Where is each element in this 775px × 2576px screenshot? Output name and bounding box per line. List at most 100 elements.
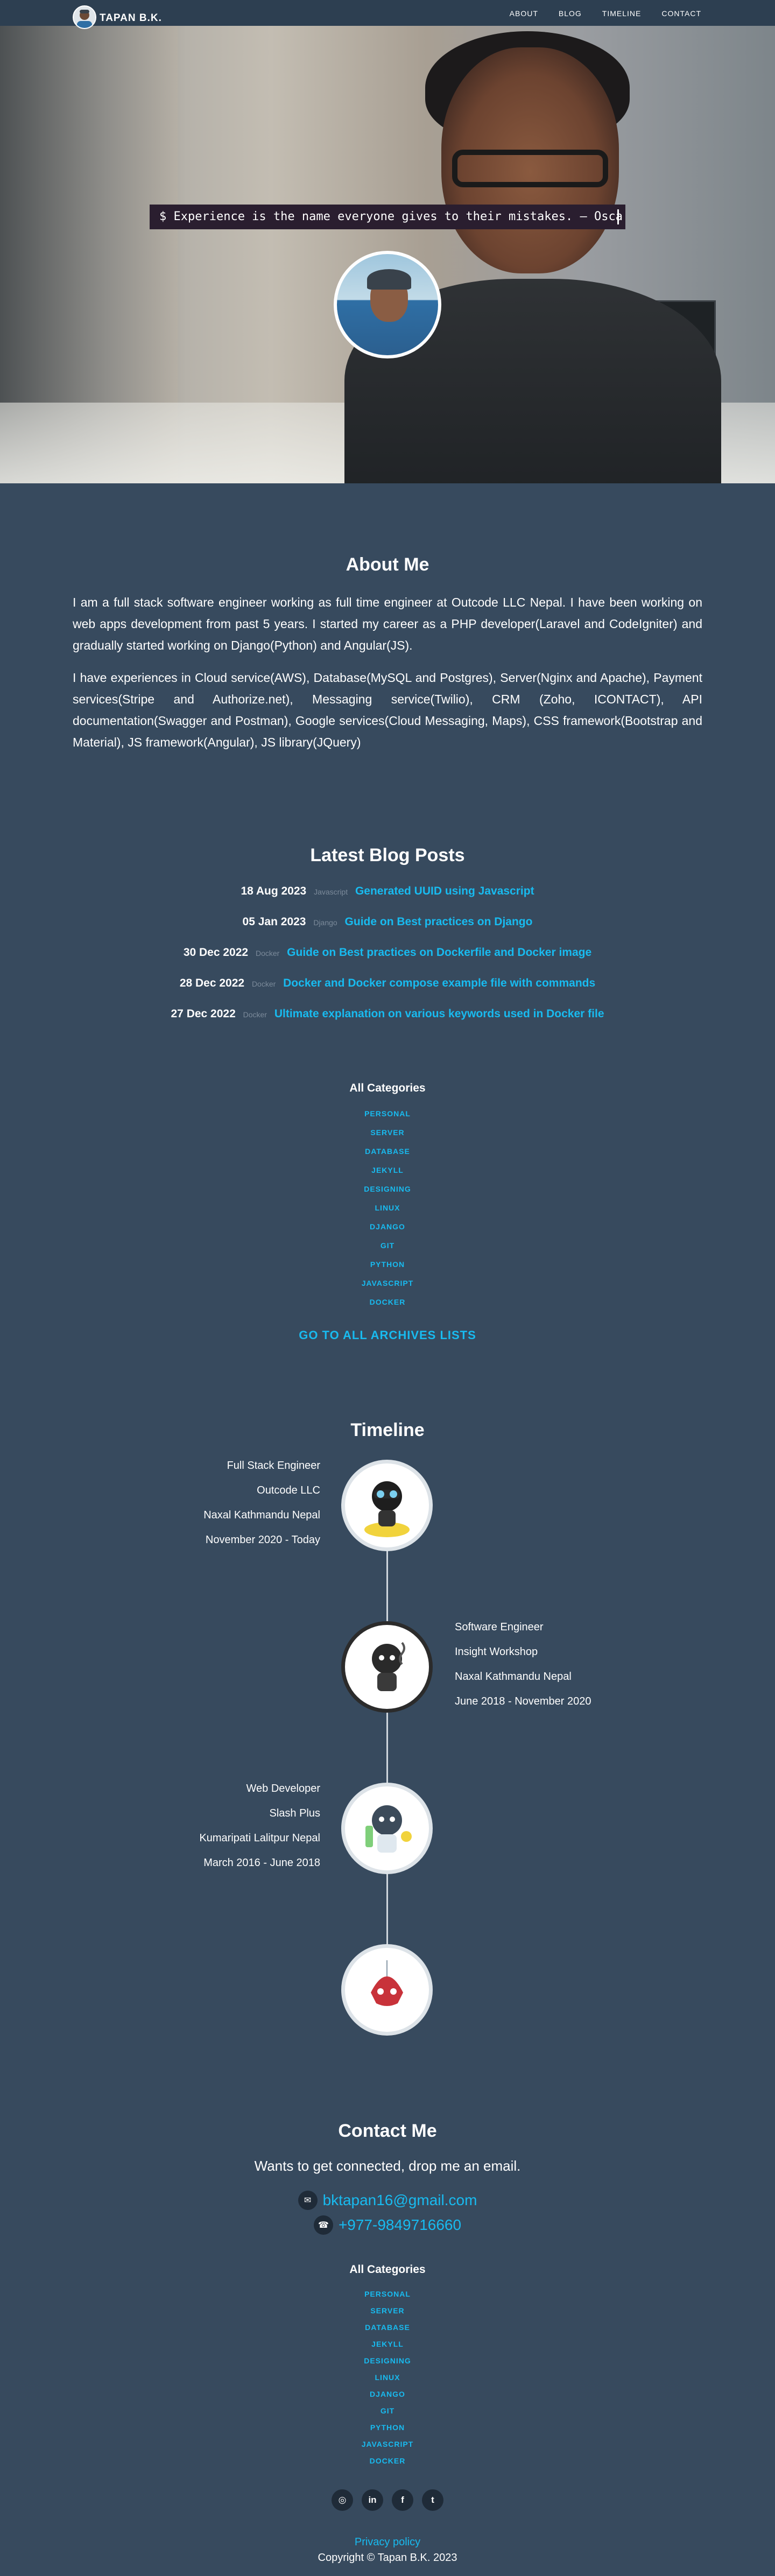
facebook-icon[interactable]: f [392,2489,413,2511]
category-server[interactable]: SERVER [0,1123,775,1142]
category-javascript[interactable]: JAVASCRIPT [0,2436,775,2453]
post-title-link[interactable]: Guide on Best practices on Dockerfile an… [287,946,591,959]
blog-post: 27 Dec 2022 Docker Ultimate explanation … [0,1008,775,1020]
timeline-start-icon [341,1944,433,2036]
category-database[interactable]: DATABASE [0,2319,775,2336]
post-date: 28 Dec 2022 [179,977,245,989]
brand-link[interactable]: TAPAN B.K. [73,3,162,29]
typewriter-text: $ Experience is the name everyone gives … [159,210,623,223]
post-date: 05 Jan 2023 [242,916,306,928]
post-category: Javascript [314,888,348,896]
categories-heading: All Categories [349,2263,426,2276]
timeline-entry: Software Engineer Insight Workshop Naxal… [455,1615,591,1714]
timeline-title: Timeline [350,1420,425,1440]
category-docker[interactable]: DOCKER [0,2453,775,2469]
timeline-period: March 2016 - June 2018 [203,1857,320,1869]
timeline-company: Slash Plus [269,1807,321,1819]
timeline-location: Naxal Kathmandu Nepal [455,1671,572,1683]
nav-blog[interactable]: BLOG [559,9,582,18]
brand-name: TAPAN B.K. [100,12,162,24]
categories-heading: All Categories [349,1082,426,1094]
category-linux[interactable]: LINUX [0,1199,775,1217]
category-personal[interactable]: PERSONAL [0,2286,775,2303]
category-jekyll[interactable]: JEKYLL [0,1161,775,1180]
category-python[interactable]: PYTHON [0,1255,775,1274]
about-paragraph: I am a full stack software engineer work… [73,595,702,652]
category-linux[interactable]: LINUX [0,2369,775,2386]
category-designing[interactable]: DESIGNING [0,2353,775,2369]
timeline-entry: Web Developer Slash Plus Kumaripati Lali… [199,1776,320,1875]
privacy-policy-link[interactable]: Privacy policy [0,2536,775,2549]
about-paragraph: I have experiences in Cloud service(AWS)… [73,671,702,749]
contact-phone-row: ☎ +977-9849716660 [0,2215,775,2235]
post-title-link[interactable]: Ultimate explanation on various keywords… [274,1008,604,1020]
twitter-icon[interactable]: t [422,2489,443,2511]
timeline-role: Web Developer [246,1783,320,1794]
timeline-company: Outcode LLC [257,1484,320,1496]
contact-email-link[interactable]: bktapan16@gmail.com [323,2192,477,2209]
category-django[interactable]: DJANGO [0,1217,775,1236]
post-category: Docker [243,1010,267,1019]
timeline-octocat-icon [341,1621,433,1713]
contact-section: Contact Me Wants to get connected, drop … [0,2121,775,2240]
blog-section: Latest Blog Posts 18 Aug 2023 Javascript… [0,845,775,1038]
post-title-link[interactable]: Generated UUID using Javascript [355,885,534,897]
post-title-link[interactable]: Guide on Best practices on Django [345,916,533,928]
phone-icon: ☎ [313,2215,333,2235]
github-icon[interactable]: ◎ [332,2489,353,2511]
category-database[interactable]: DATABASE [0,1142,775,1161]
post-date: 27 Dec 2022 [171,1008,236,1020]
linkedin-icon[interactable]: in [362,2489,383,2511]
category-docker[interactable]: DOCKER [0,1293,775,1312]
category-git[interactable]: GIT [0,2403,775,2419]
copyright-text: Copyright © Tapan B.K. 2023 [318,2552,457,2564]
timeline-location: Naxal Kathmandu Nepal [203,1509,320,1521]
category-git[interactable]: GIT [0,1236,775,1255]
blog-categories: All Categories PERSONAL SERVER DATABASE … [0,1082,775,1312]
social-links: ◎ in f t [0,2489,775,2511]
nav-links: ABOUT BLOG TIMELINE CONTACT [510,9,701,18]
nav-timeline[interactable]: TIMELINE [602,9,642,18]
contact-title: Contact Me [338,2121,437,2141]
timeline-line [386,1502,388,1986]
nav-about[interactable]: ABOUT [510,9,538,18]
timeline-octocat-icon [341,1460,433,1551]
category-javascript[interactable]: JAVASCRIPT [0,1274,775,1293]
category-designing[interactable]: DESIGNING [0,1180,775,1199]
post-date: 30 Dec 2022 [183,946,249,959]
blog-post: 30 Dec 2022 Docker Guide on Best practic… [0,946,775,959]
timeline-entry: Full Stack Engineer Outcode LLC Naxal Ka… [203,1453,320,1552]
blog-post: 28 Dec 2022 Docker Docker and Docker com… [0,977,775,990]
post-category: Django [313,918,337,927]
timeline-period: June 2018 - November 2020 [455,1695,591,1707]
brand-avatar [73,5,96,29]
avatar-cap [367,269,411,290]
post-date: 18 Aug 2023 [241,885,307,897]
timeline-role: Software Engineer [455,1621,544,1633]
category-jekyll[interactable]: JEKYLL [0,2336,775,2353]
category-server[interactable]: SERVER [0,2303,775,2319]
category-django[interactable]: DJANGO [0,2386,775,2403]
contact-phone-link[interactable]: +977-9849716660 [339,2216,461,2234]
timeline-company: Insight Workshop [455,1646,538,1658]
post-title-link[interactable]: Docker and Docker compose example file w… [283,977,595,989]
contact-email-row: ✉ bktapan16@gmail.com [0,2191,775,2210]
category-personal[interactable]: PERSONAL [0,1104,775,1123]
envelope-icon: ✉ [298,2191,318,2210]
timeline-role: Full Stack Engineer [227,1460,320,1472]
archives-link[interactable]: GO TO ALL ARCHIVES LISTS [0,1328,775,1342]
typewriter-quote: $ Experience is the name everyone gives … [150,205,625,229]
post-category: Docker [251,980,276,988]
post-category: Docker [255,949,280,958]
nav-contact[interactable]: CONTACT [661,9,701,18]
blog-post: 18 Aug 2023 Javascript Generated UUID us… [0,885,775,898]
timeline-octocat-icon [341,1783,433,1874]
category-python[interactable]: PYTHON [0,2419,775,2436]
contact-subtitle: Wants to get connected, drop me an email… [254,2158,521,2174]
hero-figure-glasses [452,150,608,187]
timeline-period: November 2020 - Today [205,1534,320,1546]
profile-avatar [334,251,441,358]
footer: Privacy policy Copyright © Tapan B.K. 20… [0,2536,775,2564]
blog-title: Latest Blog Posts [310,845,465,865]
typewriter-cursor [617,209,619,224]
